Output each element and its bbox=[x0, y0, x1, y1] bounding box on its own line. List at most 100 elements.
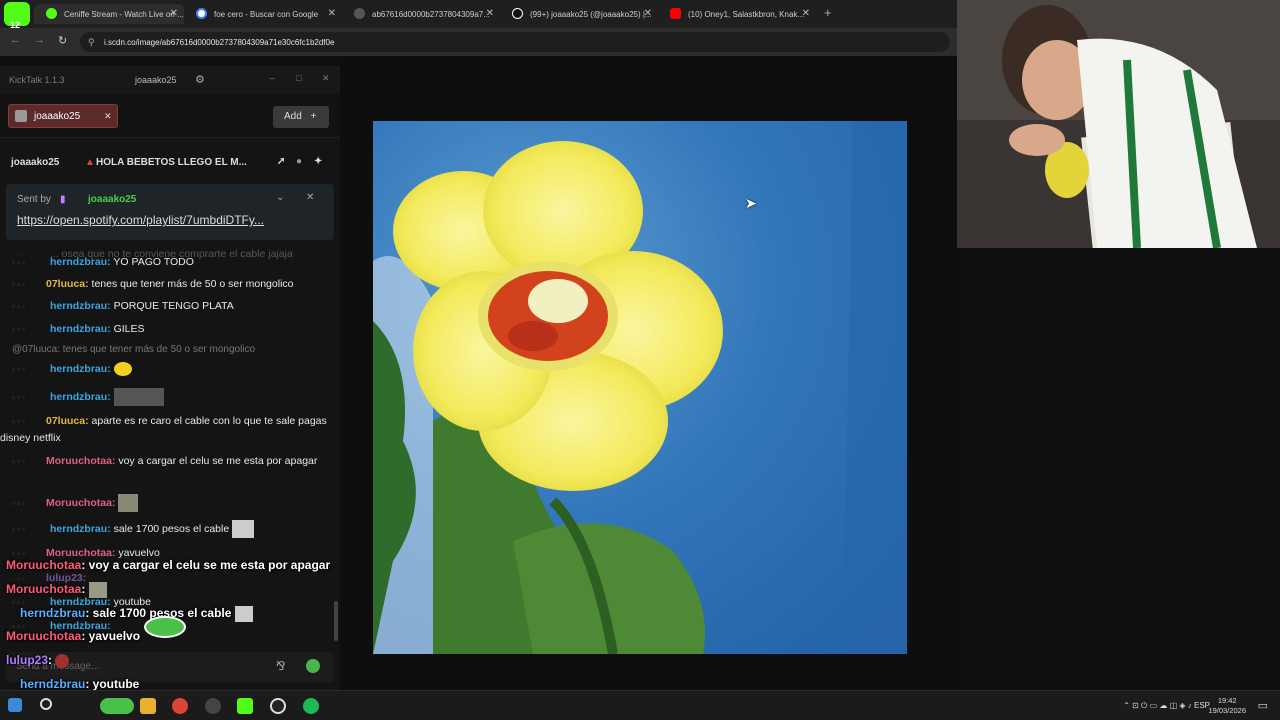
chat-scrollbar[interactable] bbox=[334, 601, 338, 641]
mod-icons[interactable]: ◦ ◦ ◦ bbox=[0, 276, 46, 293]
overlay-text: : youtube bbox=[85, 677, 140, 691]
chat-username[interactable]: herndzbrau: bbox=[50, 323, 111, 335]
plus-icon: + bbox=[310, 111, 317, 122]
windows-start-icon[interactable] bbox=[8, 698, 22, 712]
chat-username[interactable]: Moruuchotaa: bbox=[46, 497, 115, 509]
overlay-text: : yavuelvo bbox=[81, 629, 141, 643]
chrome-icon[interactable] bbox=[172, 698, 188, 714]
clock[interactable]: 19:42 19/03/2026 bbox=[1208, 696, 1246, 716]
clock-time: 19:42 bbox=[1217, 696, 1237, 705]
pinbar-title: HOLA BEBETOS LLEGO EL M... bbox=[96, 157, 247, 168]
translate-icon[interactable]: ⅋ bbox=[276, 659, 285, 673]
reply-reference[interactable]: @07luuca: tenes que tener más de 50 o se… bbox=[12, 344, 255, 355]
chat-username[interactable]: herndzbrau: bbox=[50, 300, 111, 312]
system-tray[interactable]: ⌃ ⊡ ⏻ ▭ ☁ ◫ ◈ ♪ ESP bbox=[1123, 701, 1210, 711]
chat-username[interactable]: herndzbrau: bbox=[50, 523, 111, 535]
tab-label: Ceniffe Stream - Watch Live on ... bbox=[64, 9, 184, 19]
overlay-text: : bbox=[81, 582, 86, 597]
reload-icon[interactable]: ↻ bbox=[58, 34, 67, 47]
notifications-icon[interactable]: ▭ bbox=[1258, 699, 1268, 712]
pinned-bar: joaaako25 ▲ HOLA BEBETOS LLEGO EL M... ➚… bbox=[0, 148, 340, 178]
message-text: sale 1700 pesos el cable bbox=[113, 522, 230, 535]
avatar bbox=[15, 110, 27, 122]
close-icon[interactable]: ✕ bbox=[486, 8, 494, 19]
overlay-user: lulup23 bbox=[6, 653, 49, 667]
chat-message: ◦ ◦ ◦ Moruuchotaa: voy a cargar el celu s… bbox=[0, 453, 340, 470]
tab-image[interactable]: ab67616d0000b2737804309a7... ✕ bbox=[342, 4, 500, 24]
chat-message: ◦ ◦ ◦ herndzbrau: bbox=[0, 361, 340, 378]
flower-painting-image bbox=[373, 121, 907, 654]
chat-username[interactable]: 07luuca: bbox=[46, 415, 89, 427]
obs-icon[interactable] bbox=[205, 698, 221, 714]
mod-icons[interactable]: ◦ ◦ ◦ bbox=[0, 453, 46, 470]
channel-tab[interactable]: joaaako25 ✕ bbox=[8, 104, 118, 128]
taskbar: ⌃ ⊡ ⏻ ▭ ☁ ◫ ◈ ♪ ESP 19:42 19/03/2026 ▭ bbox=[0, 690, 1280, 720]
chat-username[interactable]: Moruuchotaa: bbox=[46, 455, 115, 467]
tab-label: ab67616d0000b2737804309a7... bbox=[372, 9, 490, 19]
url-text: i.scdn.co/image/ab67616d0000b2737804309a… bbox=[104, 38, 335, 47]
kick-icon[interactable] bbox=[237, 698, 253, 714]
tab-youtube[interactable]: (10) Oney1, Salastkbron, Knak... ✕ bbox=[658, 4, 816, 24]
message-text: GILES bbox=[113, 323, 145, 335]
webcam-feed bbox=[957, 0, 1280, 248]
overlay-message: Moruuchotaa: yavuelvo bbox=[6, 629, 140, 643]
google-icon bbox=[196, 8, 207, 19]
file-explorer-icon[interactable] bbox=[140, 698, 156, 714]
mod-icons[interactable]: ◦ ◦ ◦ bbox=[0, 321, 50, 338]
emote-image bbox=[232, 520, 255, 538]
tab-tiktok[interactable]: (99+) joaaako25 (@joaaako25) |... ✕ bbox=[500, 4, 658, 24]
mod-icons[interactable]: ◦ ◦ ◦ bbox=[0, 254, 50, 271]
site-info-icon[interactable]: ⚲ bbox=[88, 37, 95, 48]
url-input[interactable]: ⚲ i.scdn.co/image/ab67616d0000b273780430… bbox=[80, 32, 950, 52]
chat-message: ◦ ◦ ◦ herndzbrau: bbox=[0, 388, 340, 406]
emote-picker-icon[interactable] bbox=[306, 659, 320, 673]
emote-image bbox=[144, 616, 186, 638]
new-tab-button[interactable]: + bbox=[824, 5, 832, 20]
globe-icon bbox=[354, 8, 365, 19]
close-icon[interactable]: ✕ bbox=[104, 111, 112, 122]
chat-message: ◦ ◦ ◦ herndzbrau: sale 1700 pesos el cabl… bbox=[0, 520, 340, 538]
forward-icon[interactable]: → bbox=[34, 34, 45, 46]
unpin-icon[interactable]: ✕ bbox=[306, 192, 314, 203]
mod-icons[interactable]: ◦ ◦ ◦ bbox=[0, 361, 50, 378]
mod-icons[interactable]: ◦ ◦ ◦ bbox=[0, 389, 50, 406]
overlay-message: lulup23: bbox=[6, 653, 70, 668]
channel-tab-label: joaaako25 bbox=[34, 111, 81, 122]
rocket-icon[interactable]: ➚ bbox=[277, 156, 285, 167]
mod-icons[interactable]: ◦ ◦ ◦ bbox=[0, 495, 46, 512]
chat-username[interactable]: 07luuca: bbox=[46, 278, 89, 290]
spotify-icon[interactable] bbox=[303, 698, 319, 714]
user-icon[interactable]: ● bbox=[296, 156, 302, 167]
chat-username[interactable]: herndzbrau: bbox=[50, 363, 111, 375]
close-icon[interactable]: ✕ bbox=[802, 8, 810, 19]
maximize-icon[interactable]: □ bbox=[296, 73, 301, 83]
overlay-user: herndzbrau bbox=[20, 606, 86, 621]
pin-icon[interactable]: ✦ bbox=[314, 156, 322, 167]
app-icon[interactable] bbox=[100, 698, 134, 714]
gear-icon[interactable]: ⚙ bbox=[195, 73, 205, 86]
minimize-icon[interactable]: – bbox=[270, 73, 275, 83]
mod-icons[interactable]: ◦ ◦ ◦ bbox=[0, 413, 46, 430]
tab-kick[interactable]: Ceniffe Stream - Watch Live on ... ✕ bbox=[34, 4, 184, 24]
pinned-link[interactable]: https://open.spotify.com/playlist/7umbdi… bbox=[17, 213, 264, 227]
chat-username[interactable]: herndzbrau: bbox=[50, 391, 111, 403]
emote-image bbox=[88, 582, 107, 598]
app-title: KickTalk 1.1.3 bbox=[9, 75, 65, 85]
obs-studio-icon[interactable] bbox=[270, 698, 286, 714]
search-icon[interactable] bbox=[40, 698, 52, 710]
tab-google[interactable]: foe cero - Buscar con Google ✕ bbox=[184, 4, 342, 24]
overlay-text: : bbox=[48, 653, 53, 667]
overlay-text: : voy a cargar el celu se me esta por ap… bbox=[81, 558, 331, 572]
close-icon[interactable]: ✕ bbox=[322, 73, 330, 84]
close-icon[interactable]: ✕ bbox=[170, 8, 178, 19]
chat-message: ◦ ◦ ◦ 07luuca: aparte es re caro el cable… bbox=[0, 413, 340, 447]
chat-username[interactable]: herndzbrau: bbox=[50, 256, 111, 268]
close-icon[interactable]: ✕ bbox=[644, 8, 652, 19]
mod-icons[interactable]: ◦ ◦ ◦ bbox=[0, 521, 50, 538]
add-channel-button[interactable]: Add + bbox=[273, 106, 329, 128]
back-icon[interactable]: ← bbox=[10, 34, 21, 46]
close-icon[interactable]: ✕ bbox=[328, 8, 336, 19]
mod-icons[interactable]: ◦ ◦ ◦ bbox=[0, 298, 50, 315]
chevron-down-icon[interactable]: ⌄ bbox=[276, 192, 284, 203]
add-label: Add bbox=[284, 111, 302, 122]
